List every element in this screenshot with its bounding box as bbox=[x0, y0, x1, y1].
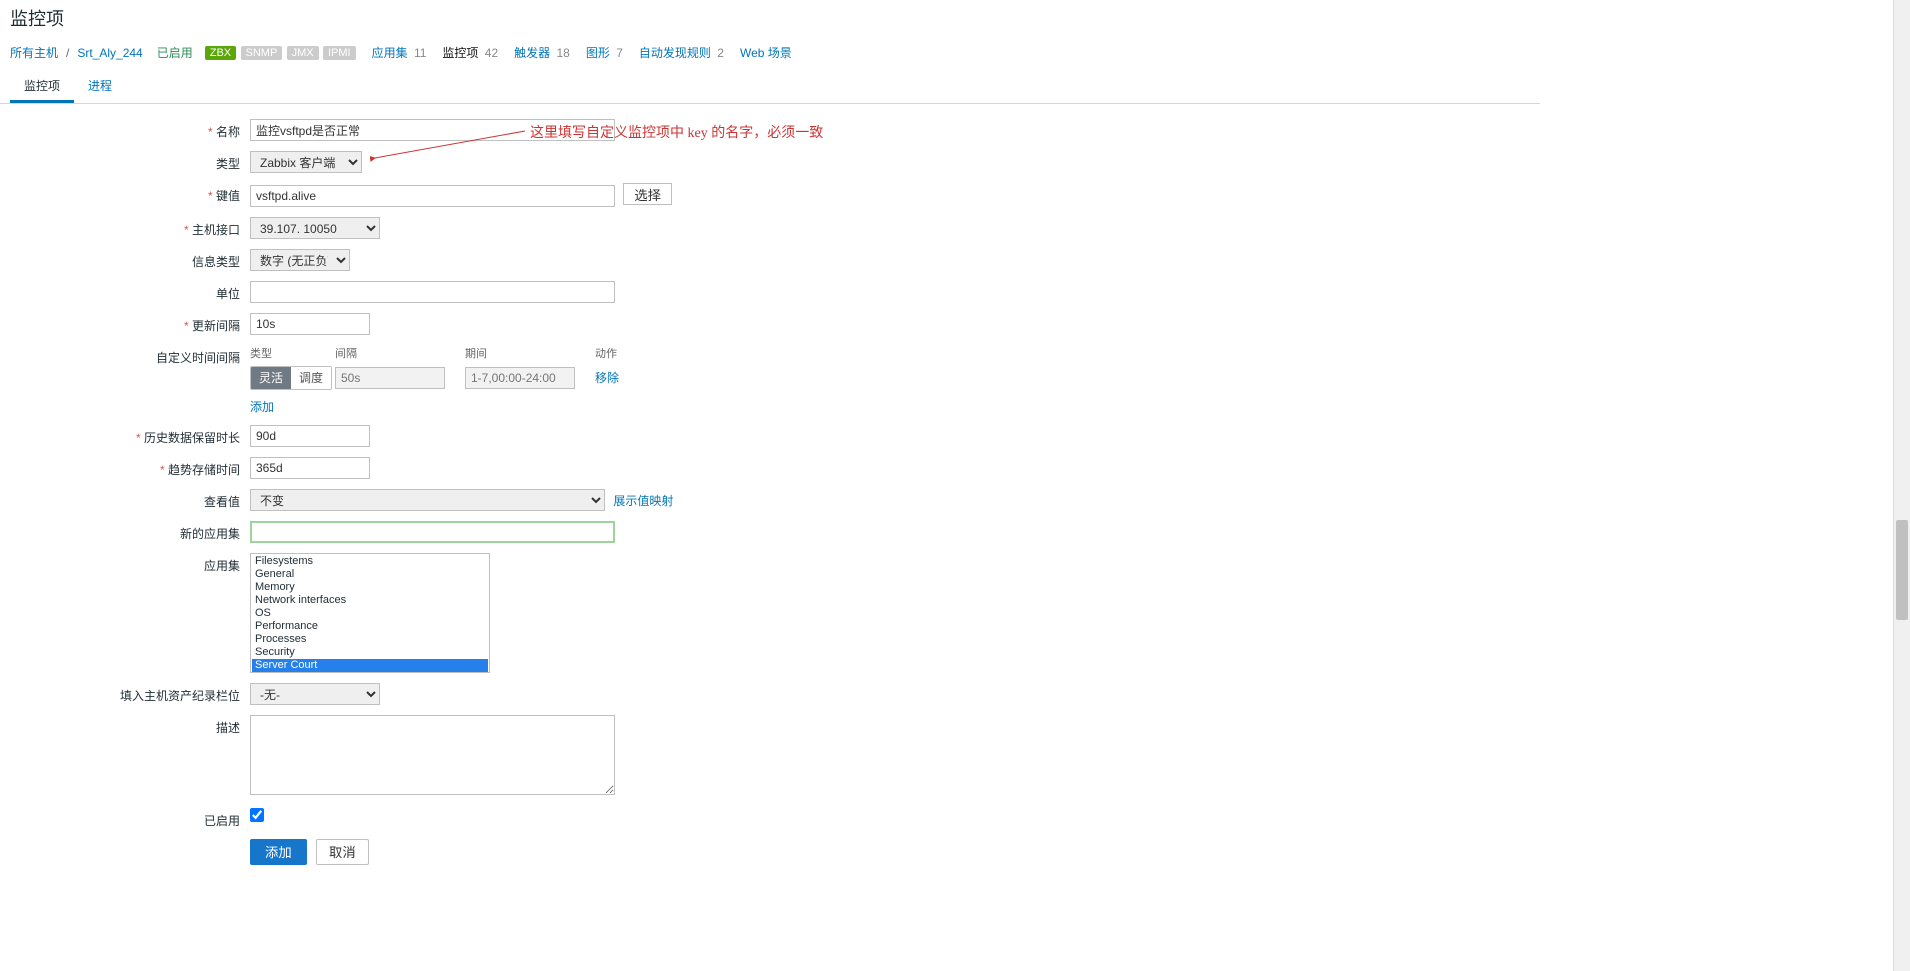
link-applications[interactable]: 应用集 11 bbox=[372, 44, 427, 61]
application-option[interactable]: Server Court bbox=[252, 659, 488, 672]
item-form: 名称 类型 Zabbix 客户端 键值 选择 主机接口 39.107. 1005… bbox=[0, 104, 1540, 890]
key-input[interactable] bbox=[250, 185, 615, 207]
badge-ipmi: IPMI bbox=[323, 46, 356, 60]
breadcrumb-all-hosts[interactable]: 所有主机 bbox=[10, 44, 58, 61]
add-button[interactable]: 添加 bbox=[250, 839, 307, 865]
badge-zbx: ZBX bbox=[205, 46, 236, 60]
segment-flexible[interactable]: 灵活 bbox=[251, 367, 291, 389]
application-option[interactable]: Filesystems bbox=[252, 555, 488, 568]
key-select-button[interactable]: 选择 bbox=[623, 183, 672, 205]
host-interface-select[interactable]: 39.107. 10050 bbox=[250, 217, 380, 239]
tab-process[interactable]: 进程 bbox=[74, 69, 126, 103]
label-info-type: 信息类型 bbox=[10, 249, 250, 270]
new-application-input[interactable] bbox=[250, 521, 615, 543]
label-applications: 应用集 bbox=[10, 553, 250, 574]
link-discovery[interactable]: 自动发现规则 2 bbox=[639, 44, 724, 61]
meta-bar: 所有主机 / Srt_Aly_244 已启用 ZBX SNMP JMX IPMI… bbox=[0, 39, 1540, 69]
description-textarea[interactable] bbox=[250, 715, 615, 795]
inventory-select[interactable]: -无- bbox=[250, 683, 380, 705]
link-triggers[interactable]: 触发器 18 bbox=[514, 44, 570, 61]
label-custom-intervals: 自定义时间间隔 bbox=[10, 345, 250, 366]
label-inventory: 填入主机资产纪录栏位 bbox=[10, 683, 250, 704]
badge-jmx: JMX bbox=[287, 46, 319, 60]
link-items[interactable]: 监控项 42 bbox=[442, 44, 498, 61]
status-enabled: 已启用 bbox=[157, 44, 193, 61]
label-show-value: 查看值 bbox=[10, 489, 250, 510]
applications-listbox[interactable]: FilesystemsGeneralMemoryNetwork interfac… bbox=[250, 553, 490, 673]
application-option[interactable]: OS bbox=[252, 607, 488, 620]
history-input[interactable] bbox=[250, 425, 370, 447]
label-history: 历史数据保留时长 bbox=[10, 425, 250, 446]
show-value-map-link[interactable]: 展示值映射 bbox=[613, 494, 673, 508]
remove-interval-link[interactable]: 移除 bbox=[595, 371, 619, 385]
application-option[interactable]: Processes bbox=[252, 633, 488, 646]
application-option[interactable]: Memory bbox=[252, 581, 488, 594]
application-option[interactable]: Network interfaces bbox=[252, 594, 488, 607]
label-units: 单位 bbox=[10, 281, 250, 302]
breadcrumb-sep: / bbox=[66, 46, 69, 60]
info-type-select[interactable]: 数字 (无正负) bbox=[250, 249, 350, 271]
label-description: 描述 bbox=[10, 715, 250, 736]
application-option[interactable]: Zabbix agent bbox=[252, 672, 488, 673]
link-web[interactable]: Web 场景 bbox=[740, 44, 792, 61]
add-interval-link[interactable]: 添加 bbox=[250, 400, 274, 414]
annotation-text: 这里填写自定义监控项中 key 的名字，必须一致 bbox=[530, 122, 823, 142]
update-interval-input[interactable] bbox=[250, 313, 370, 335]
badge-snmp: SNMP bbox=[241, 46, 283, 60]
scrollbar-thumb[interactable] bbox=[1896, 520, 1908, 620]
tab-items[interactable]: 监控项 bbox=[10, 69, 74, 103]
units-input[interactable] bbox=[250, 281, 615, 303]
page-title: 监控项 bbox=[0, 0, 1540, 39]
trends-input[interactable] bbox=[250, 457, 370, 479]
label-new-application: 新的应用集 bbox=[10, 521, 250, 542]
label-name: 名称 bbox=[10, 119, 250, 140]
scrollbar[interactable] bbox=[1893, 0, 1910, 971]
show-value-select[interactable]: 不变 bbox=[250, 489, 605, 511]
link-graphs[interactable]: 图形 7 bbox=[586, 44, 623, 61]
interval-type-segment: 灵活 调度 bbox=[250, 366, 332, 390]
label-host-interface: 主机接口 bbox=[10, 217, 250, 238]
cancel-button[interactable]: 取消 bbox=[316, 839, 369, 865]
enabled-checkbox[interactable] bbox=[250, 808, 264, 822]
tabs: 监控项 进程 bbox=[0, 69, 1540, 104]
application-option[interactable]: Security bbox=[252, 646, 488, 659]
segment-scheduled[interactable]: 调度 bbox=[291, 367, 331, 389]
custom-period-input[interactable] bbox=[465, 367, 575, 389]
label-type: 类型 bbox=[10, 151, 250, 172]
breadcrumb-host[interactable]: Srt_Aly_244 bbox=[77, 46, 142, 60]
label-enabled: 已启用 bbox=[10, 808, 250, 829]
custom-delay-input[interactable] bbox=[335, 367, 445, 389]
label-key: 键值 bbox=[10, 183, 250, 204]
custom-intervals-table: 类型 间隔 期间 动作 灵活 调度 bbox=[250, 345, 650, 415]
application-option[interactable]: General bbox=[252, 568, 488, 581]
type-select[interactable]: Zabbix 客户端 bbox=[250, 151, 362, 173]
label-trends: 趋势存储时间 bbox=[10, 457, 250, 478]
application-option[interactable]: Performance bbox=[252, 620, 488, 633]
label-update-interval: 更新间隔 bbox=[10, 313, 250, 334]
